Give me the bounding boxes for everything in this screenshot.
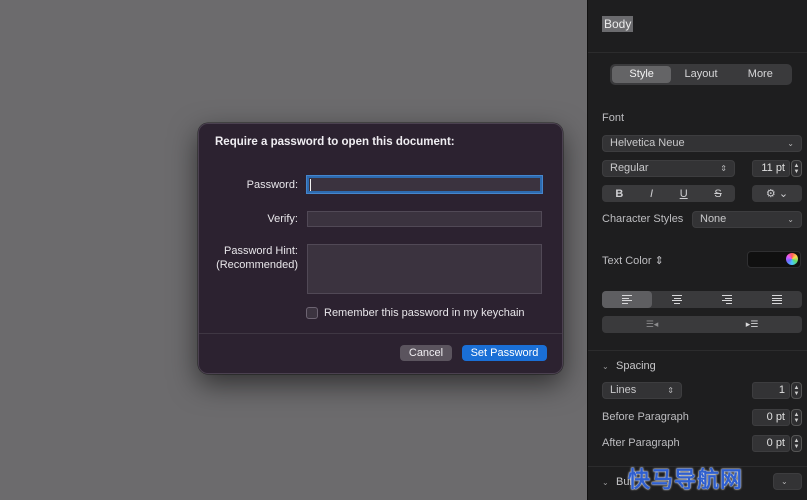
- font-weight-value: Regular: [610, 162, 649, 174]
- spacing-stepper[interactable]: ▲ ▼: [791, 382, 802, 399]
- cancel-button[interactable]: Cancel: [400, 345, 452, 361]
- decrease-indent-icon: ☰◂: [645, 319, 659, 329]
- password-hint-label-line1: Password Hint:: [224, 245, 298, 257]
- alignment-buttons: [602, 291, 802, 308]
- dialog-divider: [199, 333, 562, 334]
- format-inspector: Body Style Layout More Font Helvetica Ne…: [587, 0, 807, 500]
- password-dialog: Require a password to open this document…: [198, 123, 563, 374]
- tab-more[interactable]: More: [731, 66, 790, 83]
- after-paragraph-stepper[interactable]: ▲ ▼: [791, 435, 802, 452]
- text-color-label[interactable]: Text Color ⇕: [602, 254, 664, 267]
- after-paragraph-field[interactable]: 0 pt: [752, 435, 790, 452]
- password-field[interactable]: [307, 176, 542, 193]
- indent-buttons: ☰◂ ▸☰: [602, 316, 802, 333]
- font-size-field[interactable]: 11 pt: [752, 160, 790, 177]
- set-password-button[interactable]: Set Password: [462, 345, 547, 361]
- text-style-buttons: B I U S: [602, 185, 735, 202]
- password-hint-field[interactable]: [307, 244, 542, 294]
- inspector-divider: [588, 350, 807, 351]
- before-paragraph-field[interactable]: 0 pt: [752, 409, 790, 426]
- spacing-label: Spacing: [616, 360, 656, 372]
- verify-label: Verify:: [267, 213, 298, 225]
- align-center-button[interactable]: [652, 291, 702, 308]
- before-paragraph-stepper[interactable]: ▲ ▼: [791, 409, 802, 426]
- color-wheel-icon[interactable]: [786, 253, 798, 265]
- after-paragraph-label: After Paragraph: [602, 437, 680, 449]
- keychain-checkbox[interactable]: [306, 307, 318, 319]
- updown-chevron-icon: ⇕: [667, 386, 674, 395]
- character-styles-popup[interactable]: None ⌄: [692, 211, 802, 228]
- tab-style[interactable]: Style: [612, 66, 672, 83]
- popup-chevron-icon: ⌄: [787, 139, 794, 148]
- text-cursor: [310, 179, 311, 191]
- font-size-stepper[interactable]: ▲ ▼: [791, 160, 802, 177]
- before-paragraph-label: Before Paragraph: [602, 411, 689, 423]
- keychain-label[interactable]: Remember this password in my keychain: [324, 307, 525, 319]
- bold-button[interactable]: B: [615, 188, 623, 200]
- inspector-tabs: Style Layout More: [610, 64, 792, 85]
- justify-icon: [772, 295, 782, 304]
- popup-chevron-icon: ⌄: [787, 215, 794, 224]
- disclosure-chevron-icon: ⌄: [602, 478, 609, 487]
- spacing-value-field[interactable]: 1: [752, 382, 790, 399]
- align-left-icon: [622, 295, 632, 304]
- paragraph-style-name[interactable]: Body: [602, 16, 634, 32]
- font-family-popup[interactable]: Helvetica Neue ⌄: [602, 135, 802, 152]
- spacing-mode-value: Lines: [610, 384, 637, 396]
- password-hint-label: Password Hint: (Recommended): [216, 244, 298, 272]
- font-weight-popup[interactable]: Regular ⇕: [602, 160, 735, 177]
- underline-button[interactable]: U: [680, 188, 688, 200]
- align-right-button[interactable]: [702, 291, 752, 308]
- font-section-label: Font: [602, 112, 625, 124]
- watermark-text: 快马导航网: [628, 467, 744, 492]
- dialog-title: Require a password to open this document…: [215, 136, 455, 148]
- bullets-popup[interactable]: ⌄: [773, 473, 802, 490]
- inspector-divider: [588, 52, 807, 53]
- updown-chevron-icon: ⇕: [720, 164, 727, 173]
- popup-chevron-icon: ⌄: [781, 477, 788, 486]
- italic-button[interactable]: I: [650, 188, 653, 200]
- increase-indent-icon: ▸☰: [745, 319, 759, 329]
- keychain-option[interactable]: Remember this password in my keychain: [306, 307, 525, 319]
- spacing-mode-popup[interactable]: Lines ⇕: [602, 382, 682, 399]
- character-styles-label: Character Styles: [602, 213, 684, 225]
- align-left-button[interactable]: [602, 291, 652, 308]
- password-hint-label-line2: (Recommended): [216, 259, 298, 271]
- tab-layout[interactable]: Layout: [671, 66, 730, 83]
- text-options-button[interactable]: ⚙ ⌄: [752, 185, 802, 202]
- verify-field[interactable]: [307, 211, 542, 227]
- increase-indent-button[interactable]: ▸☰: [702, 316, 802, 333]
- decrease-indent-button[interactable]: ☰◂: [602, 316, 702, 333]
- align-right-icon: [722, 295, 732, 304]
- font-family-value: Helvetica Neue: [610, 137, 685, 149]
- align-center-icon: [672, 295, 682, 304]
- strikethrough-button[interactable]: S: [714, 188, 721, 200]
- spacing-section-header[interactable]: ⌄ Spacing: [602, 360, 656, 372]
- justify-button[interactable]: [752, 291, 802, 308]
- disclosure-chevron-icon: ⌄: [602, 362, 609, 371]
- password-label: Password:: [246, 179, 298, 191]
- character-styles-value: None: [700, 213, 727, 225]
- gear-icon: ⚙ ⌄: [765, 188, 789, 200]
